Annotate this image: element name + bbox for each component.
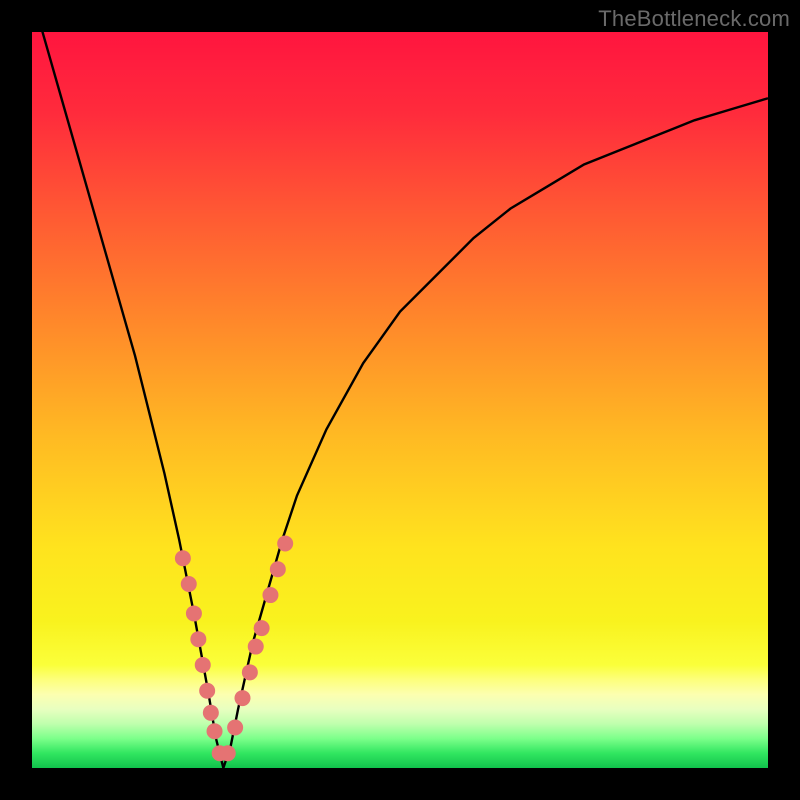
data-dot [220, 745, 236, 761]
data-dot [242, 664, 258, 680]
outer-frame: TheBottleneck.com [0, 0, 800, 800]
data-dot [207, 723, 223, 739]
data-dot [248, 639, 264, 655]
data-dot [277, 536, 293, 552]
data-dot [181, 576, 197, 592]
data-dot [175, 550, 191, 566]
watermark-text: TheBottleneck.com [598, 6, 790, 32]
data-dot [227, 720, 243, 736]
data-dot [190, 631, 206, 647]
chart-layer [32, 32, 768, 768]
data-dot [254, 620, 270, 636]
data-dot [186, 605, 202, 621]
plot-area [32, 32, 768, 768]
bottleneck-curve [32, 32, 768, 768]
data-dot [262, 587, 278, 603]
data-dot [199, 683, 215, 699]
data-dot [195, 657, 211, 673]
highlighted-points [175, 536, 293, 762]
data-dot [235, 690, 251, 706]
data-dot [203, 705, 219, 721]
data-dot [270, 561, 286, 577]
